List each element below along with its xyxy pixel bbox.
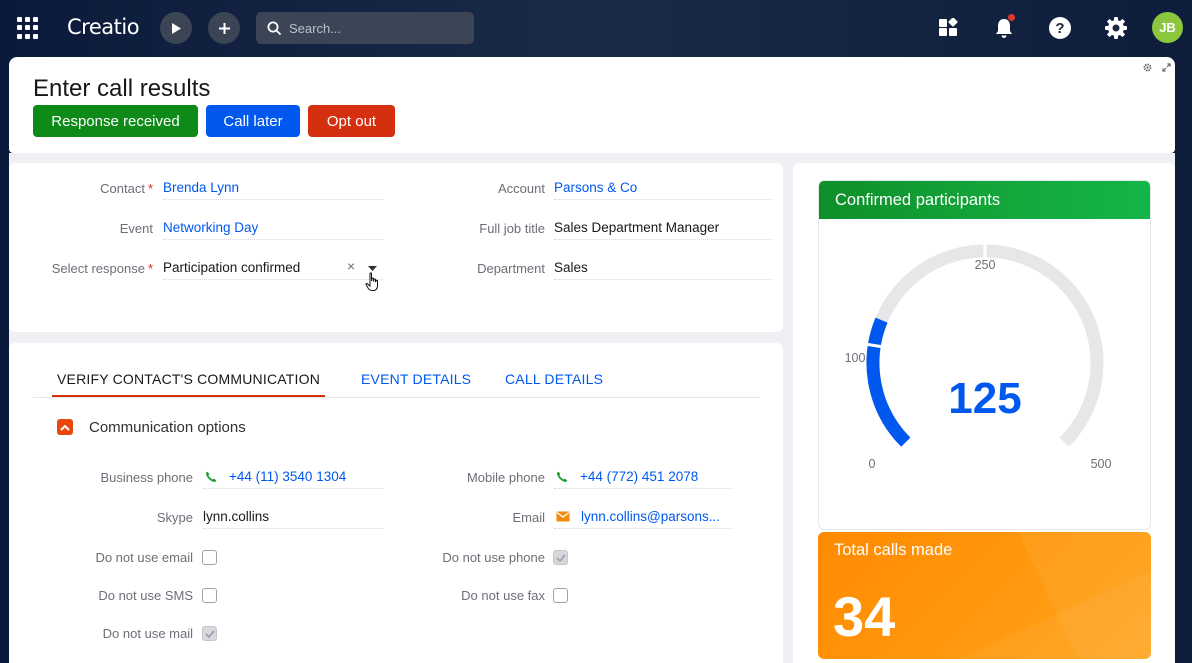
tab-verify-communication[interactable]: VERIFY CONTACT'S COMMUNICATION	[52, 371, 326, 397]
communication-options-title: Communication options	[89, 419, 246, 436]
do-not-use-sms-label: Do not use SMS	[98, 588, 193, 603]
svg-text:?: ?	[1055, 20, 1064, 37]
skype-label: Skype	[156, 510, 193, 525]
checkmark-icon	[555, 553, 566, 562]
help-icon: ?	[1049, 17, 1071, 39]
event-field[interactable]: Networking Day	[163, 216, 383, 240]
chevron-up-icon	[60, 424, 70, 431]
contact-field[interactable]: Brenda Lynn	[163, 176, 383, 200]
expand-icon[interactable]	[1162, 63, 1171, 72]
gauge-fill	[866, 317, 911, 447]
do-not-use-mail-checkbox[interactable]	[202, 626, 217, 641]
select-response-label: Select response *	[51, 261, 153, 276]
gauge-low-label: 100	[845, 351, 866, 365]
do-not-use-fax-checkbox[interactable]	[553, 588, 568, 603]
select-response-dropdown[interactable]: Participation confirmed ×	[163, 256, 383, 291]
search-icon	[267, 21, 282, 35]
run-process-button[interactable]	[160, 12, 192, 44]
checkmark-icon	[204, 629, 215, 638]
do-not-use-sms-checkbox[interactable]	[202, 588, 217, 603]
notifications-button[interactable]	[990, 14, 1018, 42]
top-bar: Creatio ?	[0, 0, 1192, 56]
department-field[interactable]: Sales	[554, 256, 772, 280]
widgets-icon	[939, 18, 958, 36]
gauge-value: 125	[948, 374, 1021, 423]
phone-icon	[556, 471, 568, 482]
do-not-use-email-label: Do not use email	[95, 550, 193, 565]
account-label: Account	[498, 181, 545, 196]
gauge-chart: 250 100 0 500 125	[845, 243, 1112, 471]
skype-field[interactable]: lynn.collins	[203, 505, 383, 529]
mobile-phone-field[interactable]: +44 (772) 451 2078	[554, 465, 732, 489]
gauge-title: Confirmed participants	[819, 181, 1150, 219]
small-gear-icon[interactable]	[1143, 63, 1152, 72]
envelope-icon	[556, 511, 570, 522]
department-label: Department	[477, 261, 545, 276]
clear-icon[interactable]: ×	[347, 258, 355, 274]
confirmed-participants-widget: Confirmed participants 250 100 0 500 125	[818, 180, 1151, 530]
tab-call-details[interactable]: CALL DETAILS	[505, 371, 603, 397]
header-corner-tools	[1143, 63, 1171, 72]
do-not-use-mail-label: Do not use mail	[102, 626, 193, 641]
gear-icon	[1105, 17, 1127, 39]
app-launcher-icon[interactable]	[17, 17, 39, 39]
contact-label: Contact *	[100, 181, 153, 196]
job-title-field[interactable]: Sales Department Manager	[554, 216, 772, 240]
opt-out-button[interactable]: Opt out	[308, 105, 395, 137]
create-button[interactable]	[208, 12, 240, 44]
phone-icon	[205, 471, 217, 482]
do-not-use-phone-checkbox[interactable]	[553, 550, 568, 565]
mobile-phone-value[interactable]: +44 (772) 451 2078	[580, 469, 698, 484]
do-not-use-phone-label: Do not use phone	[442, 550, 545, 565]
metric-title: Total calls made	[834, 541, 953, 559]
search-bar[interactable]	[256, 12, 474, 44]
tab-event-details[interactable]: EVENT DETAILS	[361, 371, 471, 397]
business-phone-value[interactable]: +44 (11) 3540 1304	[229, 469, 346, 484]
select-response-value: Participation confirmed	[163, 260, 301, 275]
event-label: Event	[119, 221, 153, 236]
help-button[interactable]: ?	[1046, 14, 1074, 42]
play-icon	[172, 22, 181, 34]
user-avatar[interactable]: JB	[1152, 12, 1183, 43]
email-label: Email	[512, 510, 545, 525]
call-fields-card: Contact * Brenda Lynn Event Networking Da…	[9, 163, 783, 332]
notification-badge	[1008, 14, 1015, 21]
mobile-phone-label: Mobile phone	[466, 470, 545, 485]
email-field[interactable]: lynn.collins@parsons...	[554, 505, 732, 529]
gauge-max-label: 500	[1091, 457, 1112, 471]
business-phone-field[interactable]: +44 (11) 3540 1304	[203, 465, 383, 489]
creatio-logo[interactable]: Creatio	[67, 15, 140, 39]
page-header: Enter call results Response received Cal…	[9, 57, 1175, 153]
plus-icon	[218, 22, 230, 34]
settings-button[interactable]	[1102, 14, 1130, 42]
job-title-label: Full job title	[479, 221, 545, 236]
hand-cursor-icon	[365, 272, 378, 291]
page-title: Enter call results	[33, 75, 211, 102]
gauge-min-label: 0	[869, 457, 876, 471]
dashboards-button[interactable]	[934, 14, 962, 42]
do-not-use-email-checkbox[interactable]	[202, 550, 217, 565]
search-input[interactable]	[289, 20, 459, 36]
collapse-group-button[interactable]	[57, 419, 73, 435]
details-tabs-card: VERIFY CONTACT'S COMMUNICATION EVENT DET…	[9, 343, 783, 663]
call-later-button[interactable]: Call later	[206, 105, 300, 137]
metric-value: 34	[833, 585, 896, 648]
gauge-mid-label: 250	[975, 258, 996, 272]
response-received-button[interactable]: Response received	[33, 105, 198, 137]
total-calls-widget: Total calls made 34	[818, 532, 1151, 659]
email-value[interactable]: lynn.collins@parsons...	[581, 509, 720, 524]
business-phone-label: Business phone	[100, 470, 193, 485]
account-field[interactable]: Parsons & Co	[554, 176, 772, 200]
dashboard-panel: Confirmed participants 250 100 0 500 125…	[793, 163, 1175, 663]
tab-bar: VERIFY CONTACT'S COMMUNICATION EVENT DET…	[33, 371, 760, 398]
do-not-use-fax-label: Do not use fax	[461, 588, 545, 603]
